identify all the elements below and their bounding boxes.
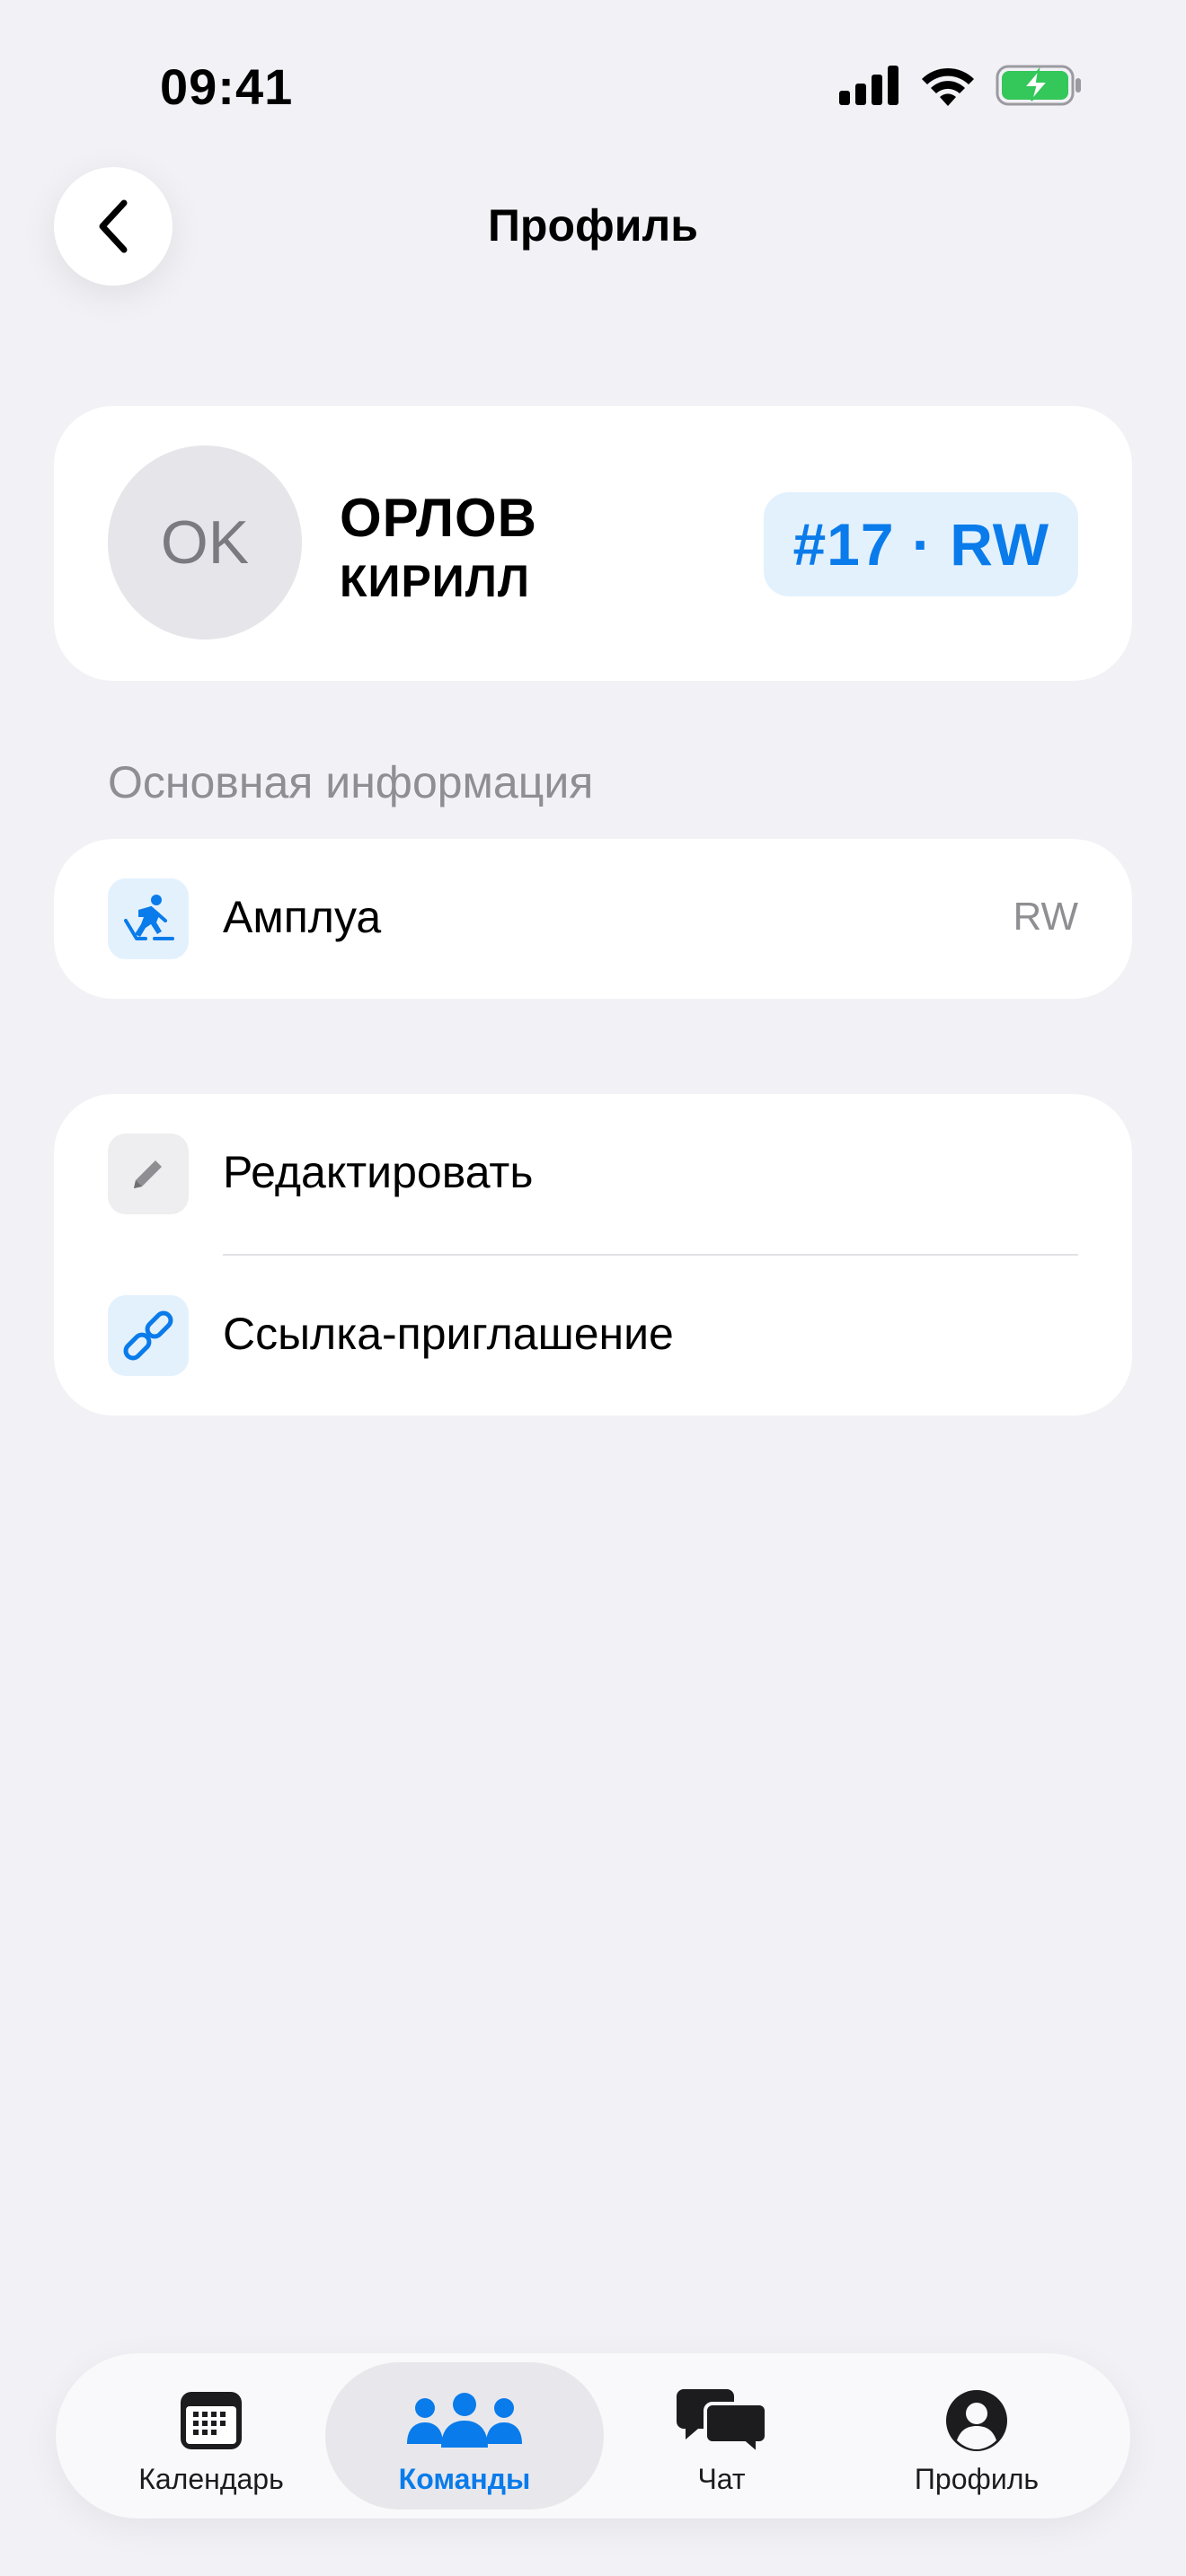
invite-link-label: Ссылка-приглашение: [223, 1309, 674, 1359]
battery-charging-icon: [996, 65, 1081, 106]
tab-chat[interactable]: Чат: [582, 2362, 861, 2510]
wifi-icon: [922, 67, 974, 106]
player-surname: ОРЛОВ: [340, 488, 538, 548]
page-title: Профиль: [487, 200, 698, 251]
position-value: RW: [1013, 895, 1078, 939]
tab-teams[interactable]: Команды: [325, 2362, 604, 2510]
section-header-basic-info: Основная информация: [108, 757, 594, 807]
link-icon: [108, 1295, 189, 1376]
pencil-icon: [108, 1134, 189, 1214]
actions-card: Редактировать Ссылка-приглашение: [54, 1094, 1132, 1416]
hockey-player-icon: [108, 878, 189, 959]
tab-bar: Календарь Команды Чат Профиль: [56, 2353, 1130, 2519]
tab-calendar-label: Календарь: [138, 2463, 284, 2495]
avatar: OK: [108, 446, 302, 640]
player-first-name: КИРИЛЛ: [340, 556, 530, 606]
calendar-icon: [179, 2386, 243, 2456]
team-icon: [405, 2386, 524, 2456]
info-card: Амплуа RW: [54, 839, 1132, 999]
invite-link-row[interactable]: Ссылка-приглашение: [54, 1256, 1132, 1416]
tab-teams-label: Команды: [398, 2463, 531, 2495]
position-label: Амплуа: [223, 892, 382, 942]
edit-label: Редактировать: [223, 1147, 534, 1197]
avatar-initials: OK: [160, 508, 250, 577]
tab-profile[interactable]: Профиль: [837, 2362, 1116, 2510]
number-position-badge: #17 · RW: [764, 492, 1078, 596]
status-icons: [839, 65, 1082, 106]
edit-row[interactable]: Редактировать: [54, 1094, 1132, 1256]
profile-card: OK ОРЛОВ КИРИЛЛ #17 · RW: [54, 406, 1132, 681]
position-row[interactable]: Амплуа RW: [54, 839, 1132, 999]
cellular-signal-icon: [839, 66, 898, 105]
tab-calendar[interactable]: Календарь: [72, 2362, 350, 2510]
profile-icon: [944, 2386, 1009, 2456]
profile-screen: 09:41 Профиль OK ОРЛОВ КИРИЛЛ #17 · RW О…: [0, 0, 1186, 2576]
tab-profile-label: Профиль: [914, 2463, 1040, 2495]
tab-chat-label: Чат: [697, 2463, 746, 2495]
chat-icon: [677, 2386, 766, 2456]
status-time: 09:41: [160, 58, 294, 115]
